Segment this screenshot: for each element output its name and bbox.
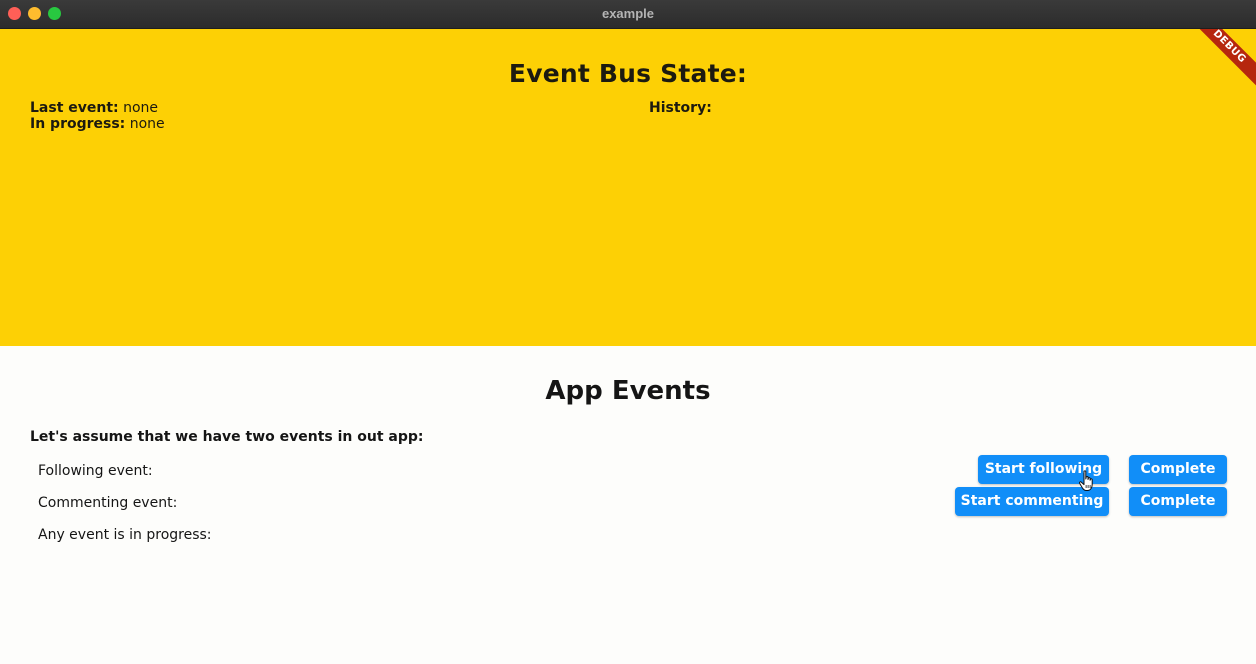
app-window: example Event Bus State: Last event: non… <box>0 0 1256 664</box>
hand-pointer-icon <box>1078 470 1093 491</box>
last-event-label: Last event: <box>30 100 119 116</box>
following-event-label: Following event: <box>38 463 153 479</box>
in-progress-label: In progress: <box>30 116 126 132</box>
in-progress-line: In progress: none <box>30 116 165 132</box>
history-label: History: <box>649 100 712 116</box>
window-titlebar: example <box>0 0 1256 29</box>
last-event-line: Last event: none <box>30 100 158 116</box>
history-line: History: <box>649 100 712 116</box>
app-events-panel: App Events Let's assume that we have two… <box>0 346 1256 664</box>
complete-commenting-button[interactable]: Complete <box>1129 487 1227 516</box>
events-intro-text: Let's assume that we have two events in … <box>30 429 424 445</box>
events-panel-title: App Events <box>545 376 711 406</box>
window-title: example <box>601 6 655 21</box>
in-progress-value: none <box>129 116 165 132</box>
last-event-value: none <box>123 100 159 116</box>
complete-following-button[interactable]: Complete <box>1129 455 1227 484</box>
any-event-in-progress-label: Any event is in progress: <box>38 527 212 543</box>
event-bus-state-panel: Event Bus State: Last event: none In pro… <box>0 29 1256 346</box>
commenting-event-label: Commenting event: <box>38 495 178 511</box>
state-panel-title: Event Bus State: <box>508 59 748 88</box>
